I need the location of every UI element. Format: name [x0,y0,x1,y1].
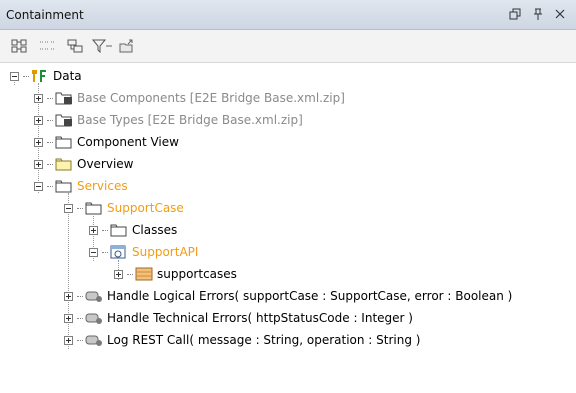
expand-toggle[interactable] [34,115,43,125]
tree-item-label: Base Components [E2E Bridge Base.xml.zip… [77,91,345,105]
tree-item-label: Classes [132,223,178,237]
tree-item-label: Base Types [E2E Bridge Base.xml.zip] [77,113,303,127]
rest-service-icon [110,244,128,260]
tree-item-label: Services [77,179,128,193]
expand-all-icon[interactable] [10,37,28,55]
data-model-icon [31,68,49,84]
operation-icon [85,310,103,326]
tree-item-log-rest-call[interactable]: Log REST Call( message : String, operati… [64,329,420,351]
collapse-toggle[interactable] [34,181,43,191]
package-icon [110,222,128,238]
pin-icon[interactable] [529,5,547,23]
export-icon[interactable] [118,37,136,55]
package-icon [55,178,73,194]
tree-item-data[interactable]: Data [10,65,82,87]
tree-item-base-types[interactable]: Base Types [E2E Bridge Base.xml.zip] [34,109,303,131]
linked-package-icon [55,90,73,106]
tree-connector [47,163,53,165]
tree-item-handle-technical-errors[interactable]: Handle Technical Errors( httpStatusCode … [64,307,413,329]
tree-connector [77,295,83,297]
containment-panel: Containment Data Base Components [E2E Br… [0,0,576,393]
package-icon [85,200,103,216]
expand-toggle[interactable] [89,225,98,235]
tree-item-base-components[interactable]: Base Components [E2E Bridge Base.xml.zip… [34,87,345,109]
tree-item-label: SupportAPI [132,245,199,259]
tree-item-supportcase[interactable]: SupportCase [64,197,184,219]
collapse-toggle[interactable] [64,203,73,213]
tree-item-handle-logical-errors[interactable]: Handle Logical Errors( supportCase : Sup… [64,285,512,307]
tree-item-classes[interactable]: Classes [89,219,177,241]
tree-item-supportcases[interactable]: supportcases [114,263,237,285]
package-icon [55,134,73,150]
expand-toggle[interactable] [34,159,43,169]
tree-item-label: Handle Technical Errors( httpStatusCode … [107,311,413,325]
toolbar [0,30,576,63]
tree-connector [47,185,53,187]
tree-item-label: Handle Logical Errors( supportCase : Sup… [107,289,513,303]
resource-icon [135,266,153,282]
tree-item-label: Overview [77,157,134,171]
collapse-all-icon[interactable] [38,37,56,55]
tree-connector [77,317,83,319]
tree-item-label: Component View [77,135,179,149]
tree-item-label: supportcases [157,267,237,281]
tree-connector [102,229,108,231]
tree-view-icon[interactable] [66,37,84,55]
tree-item-overview[interactable]: Overview [34,153,134,175]
containment-tree: Data Base Components [E2E Bridge Base.xm… [0,63,576,393]
tree-connector [127,273,133,275]
collapse-toggle[interactable] [10,71,19,81]
tree-item-label: Log REST Call( message : String, operati… [107,333,421,347]
diagram-folder-icon [55,156,73,172]
tree-connector [77,207,83,209]
expand-toggle[interactable] [34,93,43,103]
panel-titlebar: Containment [0,0,576,30]
tree-connector [23,75,29,77]
restore-icon[interactable] [506,5,524,23]
expand-toggle[interactable] [64,291,73,301]
collapse-toggle[interactable] [89,247,98,257]
expand-toggle[interactable] [64,335,73,345]
tree-item-services[interactable]: Services [34,175,128,197]
tree-item-label: Data [53,69,82,83]
tree-connector [77,339,83,341]
close-icon[interactable] [551,5,569,23]
tree-item-component-view[interactable]: Component View [34,131,179,153]
expand-toggle[interactable] [64,313,73,323]
filter-dropdown-icon[interactable] [105,37,113,55]
tree-connector [47,97,53,99]
linked-package-icon [55,112,73,128]
operation-icon [85,288,103,304]
panel-title: Containment [6,8,84,22]
operation-icon [85,332,103,348]
tree-item-label: SupportCase [107,201,184,215]
expand-toggle[interactable] [114,269,123,279]
expand-toggle[interactable] [34,137,43,147]
tree-connector [47,119,53,121]
tree-connector [47,141,53,143]
tree-connector [102,251,108,253]
tree-item-supportapi[interactable]: SupportAPI [89,241,198,263]
